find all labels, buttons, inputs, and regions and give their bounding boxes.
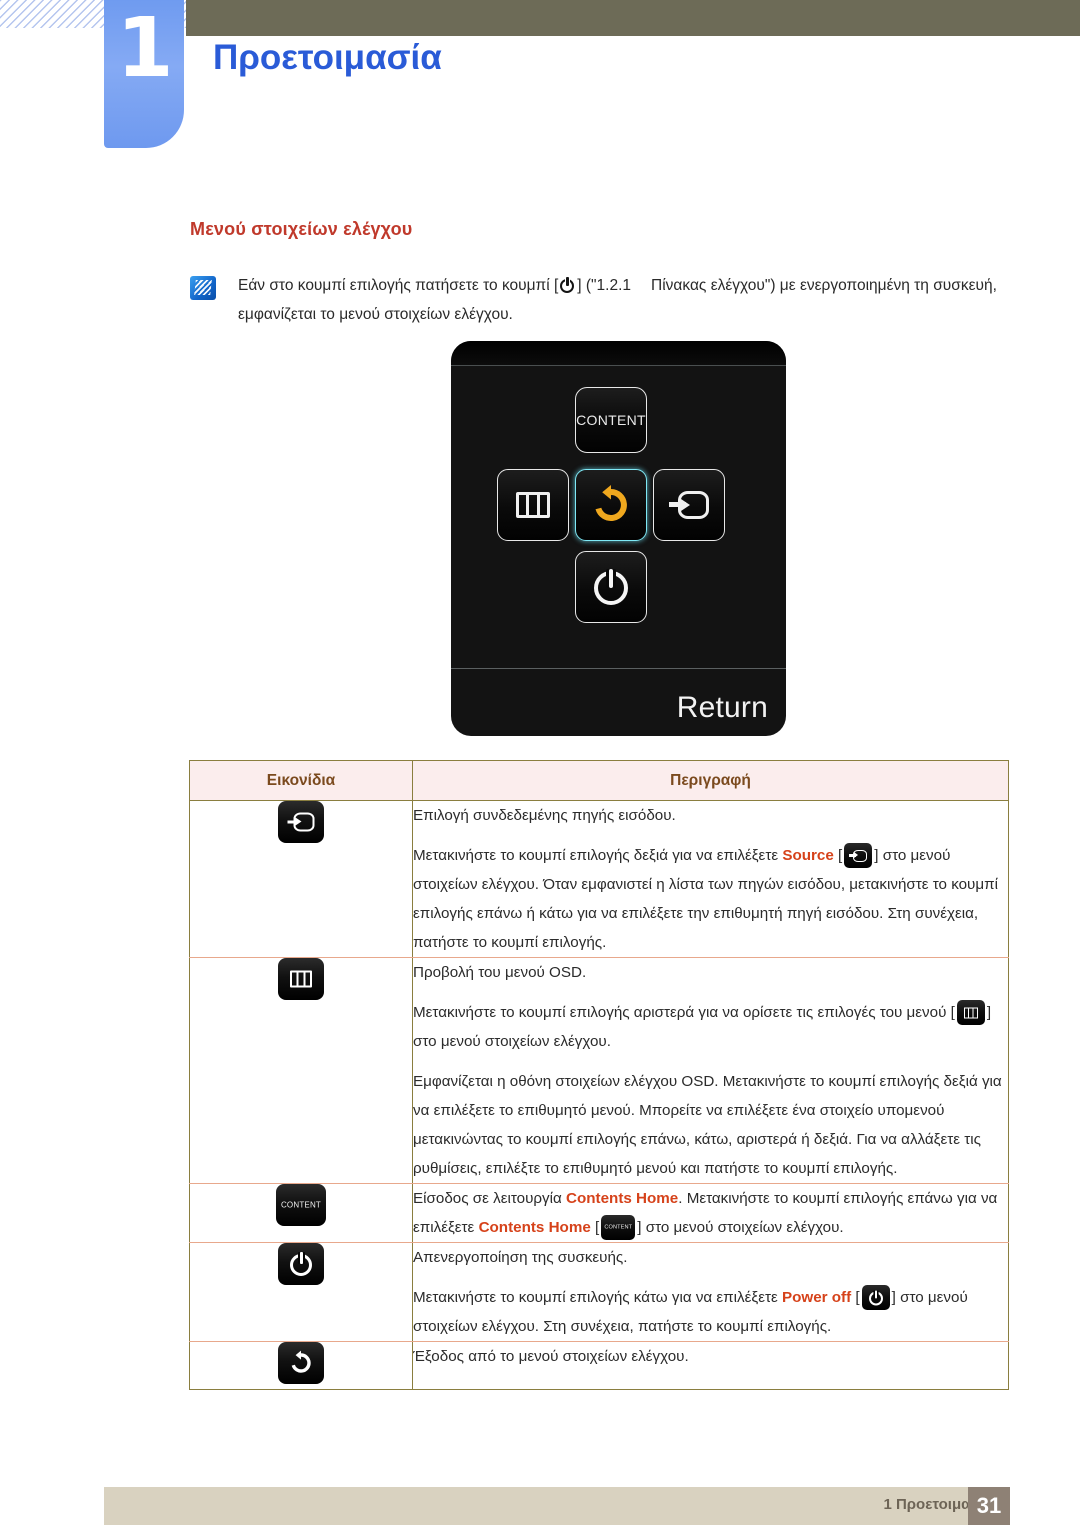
footer-bar [104,1487,1010,1525]
source-icon [278,801,324,843]
table-cell-description: Προβολή του μενού OSD. Μετακινήστε το κο… [412,957,1009,1184]
table-row: CONTENT Είσοδος σε λειτουργία Contents H… [189,1183,1009,1243]
table-row: Έξοδος από το μενού στοιχείων ελέγχου. [189,1341,1009,1390]
device-return-button[interactable] [575,469,647,541]
paragraph: Απενεργοποίηση της συσκευής. [413,1249,628,1266]
note-text-part2: ] ("1.2.1 [577,277,632,294]
page-title: Προετοιμασία [213,38,442,77]
device-top-edge [451,341,786,366]
highlight-source: Source [782,847,834,864]
control-panel-illustration: CONTENT Return [451,341,786,736]
note-icon [190,276,216,300]
chapter-number: 1 [116,1,173,96]
device-source-button[interactable] [653,469,725,541]
device-divider [451,668,786,669]
device-return-label: Return [676,691,768,724]
table-header-icons: Εικονίδια [189,760,413,801]
note-text-part1: Εάν στο κουμπί επιλογής πατήσετε το κουμ… [238,277,559,294]
source-icon [844,843,873,868]
paragraph: Έξοδος από το μενού στοιχείων ελέγχου. [413,1348,689,1365]
menu-icon [956,1000,985,1025]
table-row: Απενεργοποίηση της συσκευής. Μετακινήστε… [189,1242,1009,1342]
menu-icon [278,958,324,1000]
header-olive-bar [186,0,1080,36]
power-icon [594,569,628,605]
table-cell-icon [189,1242,413,1342]
highlight-contents-home: Contents Home [478,1219,591,1236]
chapter-number-block: 1 [104,0,184,148]
paragraph: Επιλογή συνδεδεμένης πηγής εισόδου. [413,807,676,824]
table-cell-icon [189,1341,413,1390]
content-icon-label: CONTENT [280,1200,322,1210]
table-cell-description: Επιλογή συνδεδεμένης πηγής εισόδου. Μετα… [412,800,1009,958]
power-icon [278,1243,324,1285]
device-content-button[interactable]: CONTENT [575,387,647,453]
content-icon: CONTENT [276,1184,326,1226]
table-cell-icon [189,957,413,1184]
table-header-row: Εικονίδια Περιγραφή [189,760,1009,801]
source-icon [669,491,709,519]
table-row: Προβολή του μενού OSD. Μετακινήστε το κο… [189,957,1009,1184]
paragraph: Μετακινήστε το κουμπί επιλογής αριστερά … [413,998,1008,1056]
table-cell-icon [189,800,413,958]
table-cell-description: Είσοδος σε λειτουργία Contents Home. Μετ… [412,1183,1009,1243]
section-heading: Μενού στοιχείων ελέγχου [190,219,413,239]
table-cell-description: Έξοδος από το μενού στοιχείων ελέγχου. [412,1341,1009,1390]
power-icon [861,1285,890,1310]
note-text: Εάν στο κουμπί επιλογής πατήσετε το κουμ… [238,271,1010,329]
footer-page-number: 31 [968,1487,1010,1525]
return-icon [278,1342,324,1384]
power-icon [559,276,576,294]
content-icon: CONTENT [601,1215,636,1240]
device-menu-button[interactable] [497,469,569,541]
return-icon [590,484,632,526]
paragraph: Εμφανίζεται η οθόνη στοιχείων ελέγχου OS… [413,1073,1002,1177]
paragraph: Είσοδος σε λειτουργία Contents Home. Μετ… [413,1184,1008,1242]
table-row: Επιλογή συνδεδεμένης πηγής εισόδου. Μετα… [189,800,1009,958]
device-content-button-label: CONTENT [576,412,646,428]
device-power-button[interactable] [575,551,647,623]
paragraph: Μετακινήστε το κουμπί επιλογής κάτω για … [413,1283,1008,1341]
control-menu-table: Εικονίδια Περιγραφή Επιλογή συνδεδεμένης… [189,760,1009,1390]
paragraph: Μετακινήστε το κουμπί επιλογής δεξιά για… [413,841,1008,957]
table-cell-description: Απενεργοποίηση της συσκευής. Μετακινήστε… [412,1242,1009,1342]
paragraph: Προβολή του μενού OSD. [413,964,587,981]
table-header-description: Περιγραφή [412,760,1009,801]
highlight-contents-home: Contents Home [566,1190,679,1207]
highlight-power-off: Power off [781,1289,852,1306]
table-cell-icon: CONTENT [189,1183,413,1243]
menu-icon [516,492,550,518]
